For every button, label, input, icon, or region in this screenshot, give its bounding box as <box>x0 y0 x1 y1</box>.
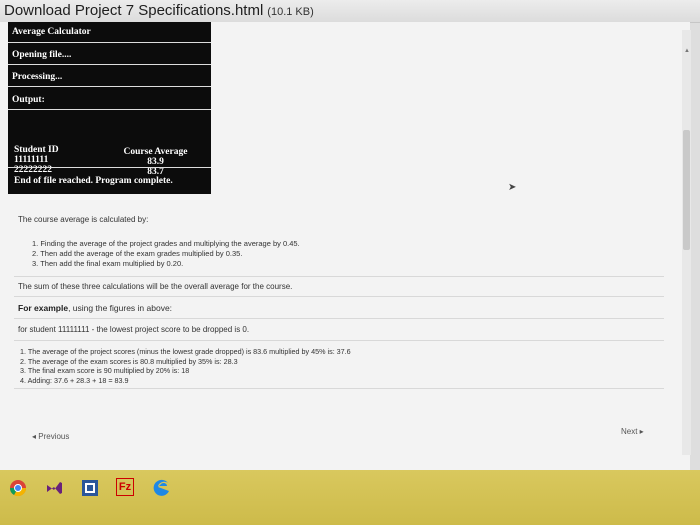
divider <box>14 276 664 277</box>
taskbar: Fz <box>0 470 700 525</box>
console-opening: Opening file.... <box>12 50 72 60</box>
scrollbar-thumb[interactable] <box>683 130 690 250</box>
list-item: 1. The average of the project scores (mi… <box>20 347 351 356</box>
console-output-image: Average Calculator Opening file.... Proc… <box>8 22 211 194</box>
console-divider <box>8 42 211 43</box>
divider <box>14 340 664 341</box>
example-steps: 1. The average of the project scores (mi… <box>20 347 351 385</box>
scroll-up-arrow-icon[interactable]: ▲ <box>684 48 690 54</box>
download-bar: Download Project 7 Specifications.html (1… <box>0 0 700 23</box>
file-size: (10.1 KB) <box>267 6 314 18</box>
example-bold: For example <box>18 303 69 313</box>
student-column: Student ID 11111111 22222222 <box>14 145 59 175</box>
console-output-label: Output: <box>12 95 45 105</box>
console-divider <box>8 109 211 110</box>
console-end-text: End of file reached. Program complete. <box>14 176 173 186</box>
visual-studio-icon[interactable] <box>44 478 64 498</box>
window-app-icon[interactable] <box>80 478 100 498</box>
list-item: 4. Adding: 37.6 + 28.3 + 18 = 83.9 <box>20 375 129 385</box>
chrome-icon[interactable] <box>8 478 28 498</box>
list-item: 2. The average of the exam scores is 80.… <box>20 356 238 366</box>
average-header: Course Average <box>123 147 188 157</box>
file-name[interactable]: Download Project 7 Specifications.html <box>4 2 263 19</box>
divider <box>14 296 664 297</box>
console-divider <box>8 86 211 87</box>
download-link[interactable]: Download Project 7 Specifications.html (1… <box>4 2 314 19</box>
sum-text: The sum of these three calculations will… <box>18 282 293 291</box>
console-processing: Processing... <box>12 72 63 82</box>
filezilla-icon[interactable]: Fz <box>116 478 134 496</box>
list-item: 1. Finding the average of the project gr… <box>32 239 300 248</box>
next-button[interactable]: Next ▸ <box>621 427 644 436</box>
student-header: Student ID <box>14 145 59 155</box>
average-value: 83.9 <box>147 157 164 167</box>
intro-text: The course average is calculated by: <box>18 215 149 224</box>
average-column: Course Average 83.9 83.7 <box>118 147 193 177</box>
console-divider <box>8 167 211 168</box>
student-note: for student 11111111 - the lowest projec… <box>18 325 250 334</box>
example-heading: For example, using the figures in above: <box>18 303 172 313</box>
example-rest: , using the figures in above: <box>68 303 173 313</box>
scrollbar[interactable] <box>682 30 691 455</box>
student-id: 11111111 <box>14 155 49 165</box>
divider <box>14 318 664 319</box>
list-item: 3. The final exam score is 90 multiplied… <box>20 366 190 375</box>
console-divider <box>8 64 211 65</box>
mouse-cursor-icon: ➤ <box>508 182 517 193</box>
list-item: 3. Then add the final exam multiplied by… <box>32 259 184 268</box>
divider <box>14 388 664 389</box>
list-item: 2. Then add the average of the exam grad… <box>32 249 243 258</box>
edge-icon[interactable] <box>152 478 172 498</box>
console-title: Average Calculator <box>12 27 91 37</box>
previous-button[interactable]: ◂ Previous <box>32 432 69 441</box>
calculation-steps: 1. Finding the average of the project gr… <box>32 239 300 269</box>
page-content: Average Calculator Opening file.... Proc… <box>0 22 690 470</box>
